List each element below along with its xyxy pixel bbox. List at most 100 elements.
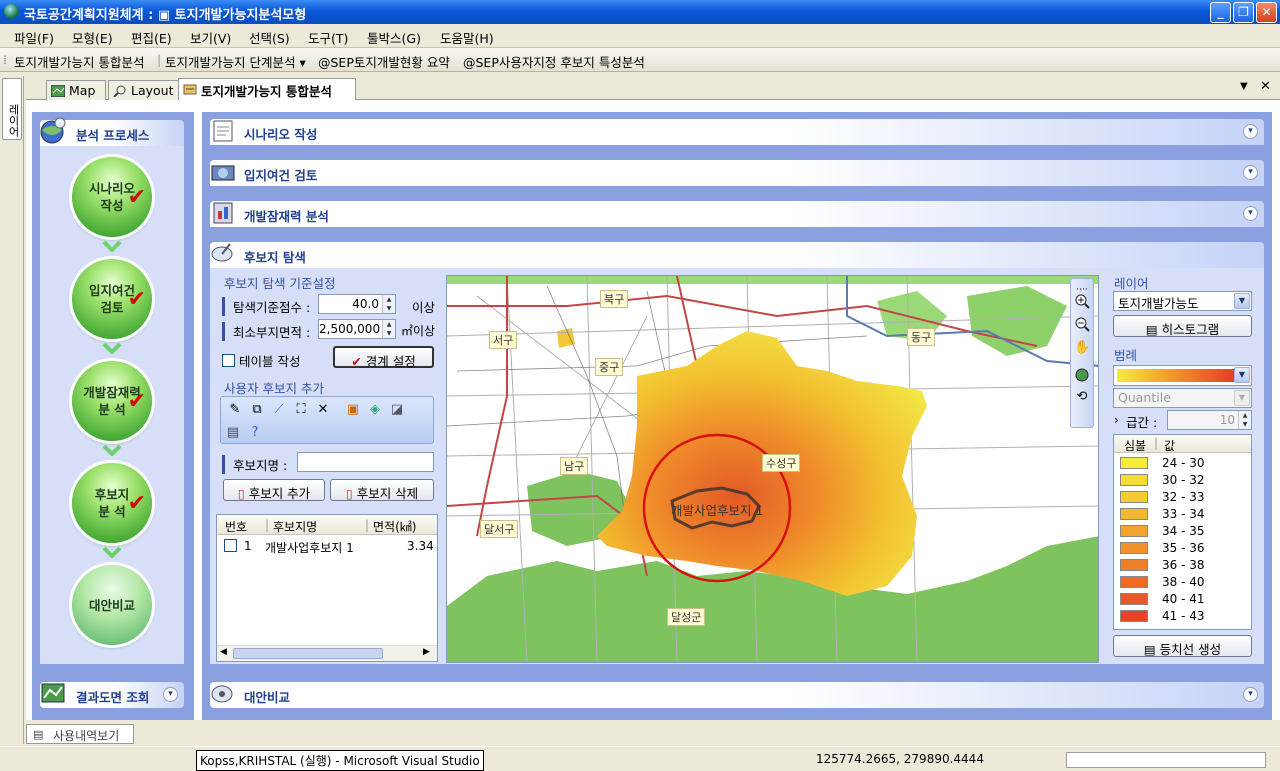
col-area[interactable]: 면적(㎢) [373, 518, 416, 535]
result-map-header[interactable]: 결과도면 조회 ▾ [40, 682, 184, 708]
score-unit: 이상 [412, 300, 436, 315]
full-extent-globe-icon[interactable] [1074, 367, 1090, 383]
criteria-group-title: 후보지 탐색 기준설정 [224, 276, 336, 291]
menu-select[interactable]: 선택(S) [249, 28, 290, 47]
usage-history-tab[interactable]: ▤ 사용내역보기 [26, 724, 134, 744]
table-horizontal-scrollbar[interactable]: ◀ ▶ [217, 645, 437, 661]
map-view[interactable]: 북구 서구 중구 동구 남구 수성구 달서구 달성군 개발사업후보지 1 [446, 275, 1099, 663]
previous-extent-icon[interactable]: ⟲ [1074, 389, 1090, 405]
area-value: 2,500,000 [319, 322, 381, 336]
delete-candidate-label: 후보지 삭제 [356, 486, 419, 501]
histogram-button[interactable]: ▤ 히스토그램 [1113, 315, 1252, 337]
legend-swatch [1120, 542, 1148, 554]
step-potential[interactable]: 개발잠재력 분 석 ✔ [72, 361, 152, 441]
merge-icon[interactable]: ▣ [345, 402, 361, 418]
pan-hand-icon[interactable]: ✋ [1074, 340, 1090, 356]
section-potential[interactable]: 개발잠재력 분석 ▾ [210, 201, 1264, 227]
zoom-in-icon[interactable] [1074, 293, 1090, 309]
menu-model[interactable]: 모형(E) [72, 28, 113, 47]
tab-integrated-analysis[interactable]: 토지개발가능지 통합분석 [178, 78, 356, 100]
reshape-icon[interactable]: ⛶ [293, 402, 309, 418]
score-spinner-icon[interactable]: ▲ ▼ [382, 295, 395, 313]
menu-edit[interactable]: 편집(E) [131, 28, 172, 47]
toolbar-integrated-analysis[interactable]: 토지개발가능지 통합분석 [14, 52, 144, 71]
delete-candidate-button[interactable]: ▯ 후보지 삭제 [330, 479, 434, 501]
help-icon[interactable]: ? [247, 425, 263, 441]
menu-toolbox[interactable]: 툴박스(G) [367, 28, 421, 47]
chevron-down-icon[interactable]: ▼ [1234, 293, 1250, 309]
menu-file[interactable]: 파일(F) [14, 28, 54, 47]
contour-create-button[interactable]: ▤ 등치선 생성 [1113, 635, 1252, 657]
candidate-name-input[interactable] [297, 452, 434, 472]
section-scenario[interactable]: 시나리오 작성 ▾ [210, 119, 1264, 145]
pencil-icon[interactable]: ✎ [227, 402, 243, 418]
menu-view[interactable]: 보기(V) [190, 28, 231, 47]
interval-input[interactable]: 10 ▲ ▼ [1167, 410, 1252, 430]
col-number[interactable]: 번호 [225, 518, 247, 535]
legend-row: 35 - 36 [1120, 540, 1250, 557]
section-location[interactable]: 입지여건 검토 ▾ [210, 160, 1264, 186]
scroll-left-icon[interactable]: ◀ [220, 647, 227, 657]
delete-x-icon[interactable]: ✕ [315, 402, 331, 418]
minimize-button[interactable]: _ [1210, 2, 1231, 23]
area-input[interactable]: 2,500,000 ▲ ▼ [318, 319, 396, 339]
legend-range: 24 - 30 [1162, 456, 1205, 470]
expand-chevron-icon[interactable]: ▾ [1243, 124, 1258, 139]
close-document-icon[interactable]: ✕ [1260, 79, 1271, 94]
attributes-icon[interactable]: ▤ [225, 425, 241, 441]
maximize-button[interactable]: ❐ [1233, 2, 1254, 23]
expand-chevron-icon[interactable]: ▾ [1243, 165, 1258, 180]
satellite-dish-icon [211, 243, 233, 262]
toolbar-sep-summary[interactable]: @SEP토지개발현황 요약 [318, 52, 450, 71]
toolbar-step-analysis[interactable]: 토지개발가능지 단계분석 ▾ [165, 52, 306, 71]
score-input[interactable]: 40.0 ▲ ▼ [318, 294, 396, 314]
layer-select[interactable]: 토지개발가능도 ▼ [1113, 291, 1252, 311]
classification-select[interactable]: Quantile ▼ [1113, 388, 1252, 408]
process-header: 분석 프로세스 [40, 117, 184, 146]
expand-chevron-icon[interactable]: ▾ [1243, 687, 1258, 702]
row-name: 개발사업후보지 1 [265, 541, 354, 555]
step-location[interactable]: 입지여건 검토 ✔ [72, 259, 152, 339]
chevron-down-icon[interactable]: ▼ [1234, 367, 1250, 383]
layer-dock-tab[interactable]: 레이어 [2, 78, 22, 140]
candidate-table: 번호 | 후보지명 | 면적(㎢) 1 개발사업후보지 1 3.34 ◀ ▶ [216, 514, 438, 662]
checkmark-icon: ✔ [127, 185, 146, 210]
menu-tools[interactable]: 도구(T) [308, 28, 348, 47]
table-create-checkbox[interactable] [222, 354, 235, 367]
status-progress [1066, 752, 1266, 768]
tab-list-dropdown-icon[interactable]: ▼ [1240, 81, 1248, 92]
vertex-edit-icon[interactable]: ⟋ [271, 402, 287, 418]
expand-chevron-icon[interactable]: ▾ [1243, 206, 1258, 221]
toolbar-sep-user-analysis[interactable]: @SEP사용자지정 후보지 특성분석 [463, 52, 645, 71]
chevron-down-icon[interactable]: ▼ [1234, 390, 1250, 406]
legend-range: 34 - 35 [1162, 524, 1205, 538]
section-compare[interactable]: 대안비교 ▾ [210, 682, 1264, 708]
map-icon [51, 85, 65, 97]
add-candidate-button[interactable]: ▯ 후보지 추가 [223, 479, 325, 501]
area-spinner-icon[interactable]: ▲ ▼ [382, 320, 395, 338]
menu-help[interactable]: 도움말(H) [440, 28, 494, 47]
interval-expand-icon[interactable]: › [1114, 412, 1119, 427]
step-compare[interactable]: 대안비교 [72, 565, 152, 645]
step-scenario[interactable]: 시나리오 작성 ✔ [72, 157, 152, 237]
col-name[interactable]: 후보지명 [273, 518, 317, 535]
close-button[interactable]: ✕ [1256, 2, 1277, 23]
color-ramp-select[interactable]: ▼ [1113, 365, 1252, 386]
row-checkbox[interactable] [224, 539, 237, 552]
scenario-document-icon [213, 120, 233, 142]
split-icon[interactable]: ◪ [389, 402, 405, 418]
scroll-thumb[interactable] [233, 648, 383, 659]
expand-chevron-icon[interactable]: ▾ [163, 687, 178, 702]
copy-shape-icon[interactable]: ⧉ [249, 402, 265, 418]
union-icon[interactable]: ◈ [367, 402, 383, 418]
interval-spinner-icon[interactable]: ▲ ▼ [1238, 411, 1251, 429]
boundary-setting-button[interactable]: ✔ 경계 설정 [333, 346, 434, 369]
table-row[interactable]: 1 개발사업후보지 1 3.34 [217, 536, 437, 556]
step-candidate[interactable]: 후보지 분 석 ✔ [72, 463, 152, 543]
section-candidate-search[interactable]: 후보지 탐색 [210, 242, 1264, 268]
tab-map[interactable]: Map [46, 80, 106, 100]
legend-swatch [1120, 610, 1148, 622]
scroll-right-icon[interactable]: ▶ [423, 647, 430, 657]
zoom-out-icon[interactable] [1074, 316, 1090, 332]
interval-label: 급간 : [1126, 415, 1158, 430]
